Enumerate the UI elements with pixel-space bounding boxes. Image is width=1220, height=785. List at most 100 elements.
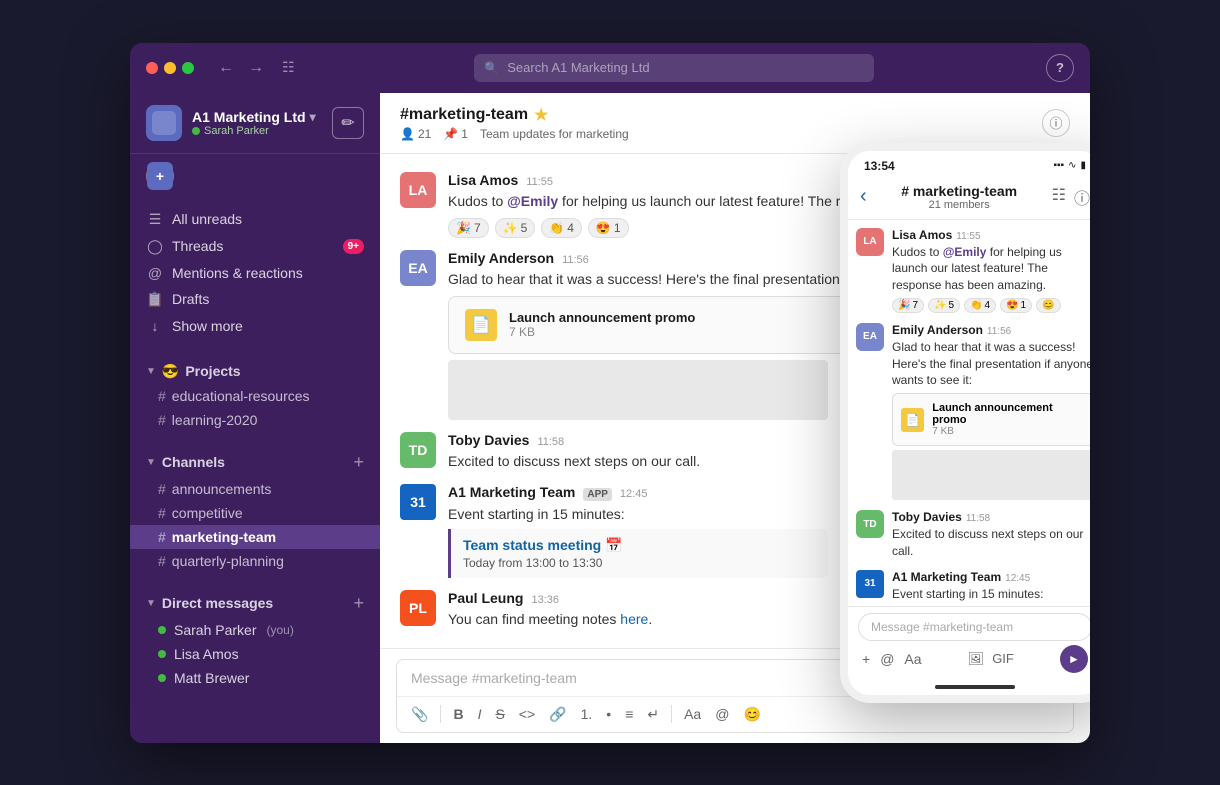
topic-meta: Team updates for marketing xyxy=(480,127,629,141)
channel-item-marketing-team[interactable]: # marketing-team xyxy=(130,525,380,549)
projects-section: ▼ 😎 Projects # educational-resources # l… xyxy=(130,347,380,436)
channel-item-quarterly-planning[interactable]: # quarterly-planning xyxy=(130,549,380,573)
mention: @Emily xyxy=(507,193,558,209)
emoji-button[interactable]: 😊 xyxy=(739,703,764,726)
channel-item-announcements[interactable]: # announcements xyxy=(130,477,380,501)
text-size-button[interactable]: Aa xyxy=(680,703,705,725)
projects-header[interactable]: ▼ 😎 Projects xyxy=(130,359,380,384)
channel-star[interactable]: ★ xyxy=(534,105,548,125)
channels-header[interactable]: ▼ Channels + xyxy=(130,448,380,477)
battery-icon: ▮ xyxy=(1080,160,1086,171)
reaction-item[interactable]: 🎉7 xyxy=(448,218,489,238)
channel-info-button[interactable]: ⓘ xyxy=(1042,109,1070,137)
reaction-item[interactable]: 👏4 xyxy=(541,218,582,238)
message-author: Toby Davies xyxy=(448,432,529,448)
threads-badge: 9+ xyxy=(343,239,364,254)
ordered-list-button[interactable]: 1. xyxy=(577,703,597,725)
dm-item-matt[interactable]: Matt Brewer xyxy=(130,666,380,690)
mobile-author: Emily Anderson xyxy=(892,323,983,337)
compose-button[interactable]: ✏ xyxy=(332,107,364,139)
blockquote-button[interactable]: ≡ xyxy=(621,703,637,725)
dm-item-sarah[interactable]: Sarah Parker (you) xyxy=(130,618,380,642)
sidebar-item-all-unreads[interactable]: ☰ All unreads xyxy=(130,206,380,233)
avatar: PL xyxy=(400,590,436,626)
projects-label: Projects xyxy=(185,363,240,379)
strikethrough-button[interactable]: S xyxy=(491,703,508,725)
message-author: Paul Leung xyxy=(448,590,523,606)
avatar: 31 xyxy=(400,484,436,520)
forward-button[interactable]: → xyxy=(244,55,268,81)
minimize-button[interactable] xyxy=(164,62,176,74)
file-attachment[interactable]: 📄 Launch announcement promo 7 KB xyxy=(448,296,848,354)
code-button[interactable]: <> xyxy=(515,703,539,725)
italic-button[interactable]: I xyxy=(474,703,486,725)
close-button[interactable] xyxy=(146,62,158,74)
mention-button[interactable]: @ xyxy=(711,703,733,725)
app-badge: APP xyxy=(583,488,612,501)
event-title[interactable]: Team status meeting 📅 xyxy=(463,537,816,554)
sidebar-item-drafts[interactable]: 📋 Drafts xyxy=(130,286,380,313)
fullscreen-button[interactable] xyxy=(182,62,194,74)
channels-label: Channels xyxy=(162,454,225,470)
sidebar-nav: ☰ All unreads ◯ Threads 9+ @ Mentions & … xyxy=(130,198,380,347)
mobile-input-box[interactable]: Message #marketing-team xyxy=(858,613,1090,641)
reaction-item[interactable]: ✨5 xyxy=(495,218,536,238)
mobile-reaction[interactable]: 👏4 xyxy=(964,298,996,313)
wifi-icon: ∿ xyxy=(1068,160,1076,171)
mobile-reaction[interactable]: ✨5 xyxy=(928,298,960,313)
dm-item-lisa[interactable]: Lisa Amos xyxy=(130,642,380,666)
mobile-avatar: EA xyxy=(856,323,884,351)
dm-header[interactable]: ▼ Direct messages + xyxy=(130,589,380,618)
file-preview xyxy=(448,360,828,420)
mobile-reaction[interactable]: 😍1 xyxy=(1000,298,1032,313)
hash-icon: # xyxy=(158,553,166,569)
add-channel-button[interactable]: + xyxy=(353,452,364,473)
back-button[interactable]: ← xyxy=(214,55,238,81)
mobile-file-attachment[interactable]: 📄 Launch announcement promo 7 KB xyxy=(892,393,1090,446)
undo-button[interactable]: ↵ xyxy=(643,703,663,726)
mobile-msg-content: Toby Davies 11:58 Excited to discuss nex… xyxy=(892,510,1090,560)
help-button[interactable]: ? xyxy=(1046,54,1074,82)
mobile-avatar: LA xyxy=(856,228,884,256)
mobile-channel-info: # marketing-team 21 members xyxy=(867,183,1052,211)
mobile-file-preview xyxy=(892,450,1090,500)
link-button[interactable]: 🔗 xyxy=(545,703,570,726)
unordered-list-button[interactable]: • xyxy=(602,703,615,725)
attach-button[interactable]: 📎 xyxy=(407,703,432,726)
search-input[interactable] xyxy=(507,60,864,75)
add-workspace-button[interactable]: + xyxy=(146,162,174,190)
sidebar-item-show-more[interactable]: ↓ Show more xyxy=(130,313,380,339)
person-icon: 👤 xyxy=(400,127,415,141)
sidebar-item-threads[interactable]: ◯ Threads 9+ xyxy=(130,233,380,260)
bold-button[interactable]: B xyxy=(449,703,467,725)
message-time: 11:56 xyxy=(562,254,589,266)
channel-item-educational-resources[interactable]: # educational-resources xyxy=(130,384,380,408)
mobile-file-size: 7 KB xyxy=(932,426,1085,437)
online-dot xyxy=(158,650,166,658)
mobile-at-icon[interactable]: @ xyxy=(880,651,894,667)
workspace-name[interactable]: A1 Marketing Ltd ▾ xyxy=(192,109,316,125)
history-button[interactable]: ☷ xyxy=(274,55,303,81)
mobile-grid-icon[interactable]: ☷ xyxy=(1052,185,1066,209)
mobile-info-icon[interactable]: ⓘ xyxy=(1074,185,1090,209)
pin-icon: 📌 xyxy=(443,127,458,141)
add-workspace-row: + xyxy=(130,154,380,198)
mobile-image-icon[interactable]: 🖼 xyxy=(968,651,985,667)
mobile-reaction[interactable]: 😊 xyxy=(1036,298,1060,313)
projects-emoji: 😎 xyxy=(162,363,179,380)
mobile-plus-icon[interactable]: + xyxy=(862,651,870,667)
sidebar-item-mentions[interactable]: @ Mentions & reactions xyxy=(130,260,380,286)
avatar: TD xyxy=(400,432,436,468)
reaction-item[interactable]: 😍1 xyxy=(588,218,629,238)
channel-item-learning-2020[interactable]: # learning-2020 xyxy=(130,408,380,432)
mobile-reaction[interactable]: 🎉7 xyxy=(892,298,924,313)
add-dm-button[interactable]: + xyxy=(353,593,364,614)
mobile-send-button[interactable]: ► xyxy=(1060,645,1088,673)
mobile-gif-icon[interactable]: GIF xyxy=(992,651,1014,667)
channel-item-competitive[interactable]: # competitive xyxy=(130,501,380,525)
pins-meta: 📌 1 xyxy=(443,127,468,141)
message-author: Emily Anderson xyxy=(448,250,554,266)
meeting-notes-link[interactable]: here xyxy=(620,611,648,627)
mobile-back-button[interactable]: ‹ xyxy=(860,185,867,208)
mobile-text-icon[interactable]: Aa xyxy=(904,651,921,667)
